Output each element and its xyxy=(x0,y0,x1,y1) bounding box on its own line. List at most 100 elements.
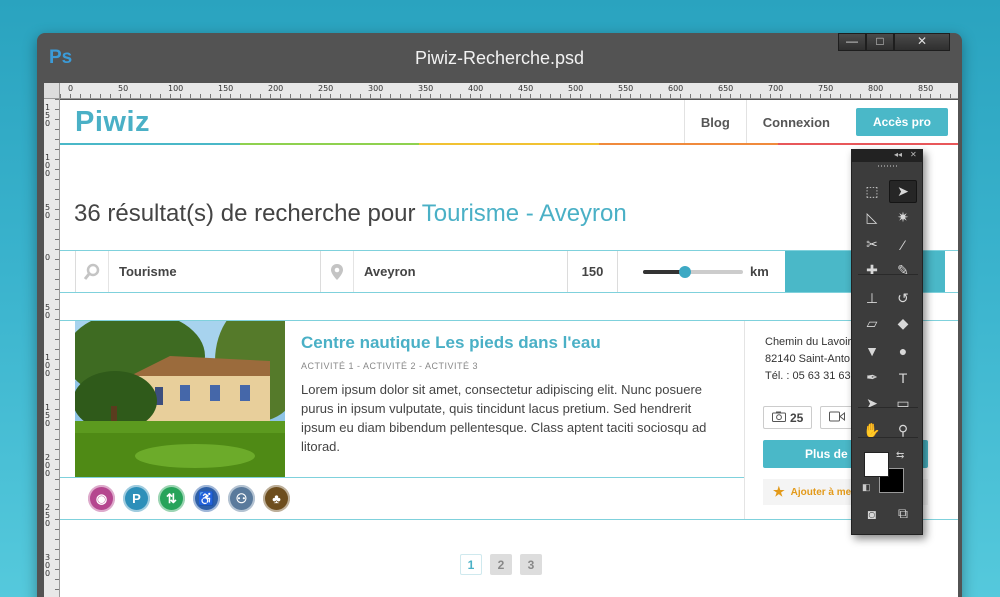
media-row: 25 xyxy=(763,406,855,429)
ruler-tick-label: 250 xyxy=(45,503,51,528)
result-photo[interactable] xyxy=(75,321,285,477)
radius-slider[interactable]: km xyxy=(617,251,785,292)
color-segment xyxy=(598,143,779,145)
screen-mode-icon[interactable]: ⧉ xyxy=(889,502,917,525)
foreground-color-swatch[interactable] xyxy=(864,452,889,477)
page-2-button[interactable]: 2 xyxy=(490,554,512,575)
photos-button[interactable]: 25 xyxy=(763,406,813,429)
radius-unit: km xyxy=(750,264,769,279)
blur-tool-icon[interactable]: ▼ xyxy=(858,339,886,362)
results-heading: 36 résultat(s) de recherche pour Tourism… xyxy=(74,200,627,228)
ruler-tick-label: 50 xyxy=(45,203,51,220)
window-controls: — □ ✕ xyxy=(838,33,950,51)
ruler-tick-label: 100 xyxy=(45,353,51,378)
ruler-tick-label: 700 xyxy=(768,84,784,93)
result-address: Chemin du Lavoir 82140 Saint-Anto Tél. :… xyxy=(765,334,851,385)
slider-track[interactable] xyxy=(643,266,743,278)
elevator-icon[interactable]: ⇅ xyxy=(158,485,185,512)
site-nav: Blog Connexion Accès pro xyxy=(683,100,958,145)
pro-access-button[interactable]: Accès pro xyxy=(855,108,948,136)
result-title[interactable]: Centre nautique Les pieds dans l'eau xyxy=(301,333,601,353)
brush-tool-icon[interactable]: ✎ xyxy=(889,259,917,282)
keyword-field[interactable]: Tourisme xyxy=(75,251,312,292)
toilets-icon[interactable]: ⚇ xyxy=(228,485,255,512)
healing-brush-tool-icon[interactable]: ✚ xyxy=(858,259,886,282)
ruler-tick-label: 750 xyxy=(818,84,834,93)
star-icon: ★ xyxy=(773,484,785,499)
slider-handle[interactable] xyxy=(679,266,691,278)
eraser-tool-icon[interactable]: ▱ xyxy=(858,312,886,335)
zoom-tool-icon[interactable]: ⚲ xyxy=(889,419,917,442)
tool-separator xyxy=(858,274,918,275)
page-1-button[interactable]: 1 xyxy=(460,554,482,575)
tool-separator xyxy=(858,407,918,408)
window-titlebar[interactable]: Ps Piwiz-Recherche.psd — □ ✕ xyxy=(37,33,962,83)
videos-button[interactable] xyxy=(820,406,855,429)
tools-panel-header[interactable]: ◂◂ ✕ xyxy=(852,150,922,162)
tool-separator xyxy=(858,437,918,438)
ruler-vertical[interactable]: 150 100 50 0 50 100 150 200 250 300 xyxy=(44,99,60,597)
pen-tool-icon[interactable]: ✒ xyxy=(858,366,886,389)
type-tool-icon[interactable]: T xyxy=(889,366,917,389)
ruler-tick-label: 0 xyxy=(68,84,74,93)
location-field[interactable]: Aveyron xyxy=(320,251,557,292)
wheelchair-icon[interactable]: ♿ xyxy=(193,485,220,512)
maximize-button[interactable]: □ xyxy=(866,33,894,51)
swap-colors-icon[interactable]: ⇆ xyxy=(896,450,904,461)
window-title: Piwiz-Recherche.psd xyxy=(414,48,585,68)
ruler-tick-label: 150 xyxy=(45,403,51,428)
ruler-tick-label: 650 xyxy=(718,84,734,93)
path-selection-tool-icon[interactable]: ➤ xyxy=(858,392,886,415)
crop-tool-icon[interactable]: ✂ xyxy=(858,233,886,256)
ruler-tick-label: 500 xyxy=(568,84,584,93)
nav-blog-link[interactable]: Blog xyxy=(683,100,746,145)
hand-tool-icon[interactable]: ✋ xyxy=(858,419,886,442)
ruler-tick-label: 50 xyxy=(45,303,51,320)
close-button[interactable]: ✕ xyxy=(894,33,950,51)
eyedropper-tool-icon[interactable]: ⁄ xyxy=(889,233,917,256)
magic-wand-tool-icon[interactable]: ✷ xyxy=(889,206,917,229)
address-line2: 82140 Saint-Anto xyxy=(765,353,851,365)
keyword-value: Tourisme xyxy=(119,264,177,279)
dodge-tool-icon[interactable]: ● xyxy=(889,339,917,362)
radius-value: 150 xyxy=(581,264,604,279)
hearing-loop-icon[interactable]: ◉ xyxy=(88,485,115,512)
lasso-tool-icon[interactable]: ◺ xyxy=(858,206,886,229)
panel-grip[interactable] xyxy=(852,162,922,170)
ruler-tick-label: 100 xyxy=(168,84,184,93)
search-bar: Tourisme Aveyron 150 km TR xyxy=(60,250,958,293)
ruler-tick-label: 150 xyxy=(45,103,51,128)
nav-login-link[interactable]: Connexion xyxy=(745,100,846,145)
document-canvas[interactable]: Piwiz Blog Connexion Accès pro 36 résult… xyxy=(60,100,958,597)
ruler-horizontal[interactable]: 0 50 100 150 200 250 300 350 400 450 500 550 600 650 7… xyxy=(60,83,958,99)
paint-bucket-tool-icon[interactable]: ◆ xyxy=(889,312,917,335)
marquee-tool-icon[interactable]: ⬚ xyxy=(858,180,886,203)
clone-stamp-tool-icon[interactable]: ⊥ xyxy=(858,287,886,310)
result-card: Centre nautique Les pieds dans l'eau ACT… xyxy=(60,320,958,520)
search-icon xyxy=(76,251,109,292)
default-colors-icon[interactable]: ◧ xyxy=(862,482,871,493)
page-3-button[interactable]: 3 xyxy=(520,554,542,575)
color-segment xyxy=(419,143,599,145)
ruler-tick-label: 300 xyxy=(45,553,51,578)
tree-icon[interactable]: ♣ xyxy=(263,485,290,512)
address-line1: Chemin du Lavoir xyxy=(765,336,852,348)
move-tool-icon[interactable]: ➤ xyxy=(889,180,917,203)
minimize-button[interactable]: — xyxy=(838,33,866,51)
close-panel-button[interactable]: ✕ xyxy=(910,150,917,159)
ruler-tick-label: 50 xyxy=(118,84,129,93)
ruler-tick-label: 850 xyxy=(918,84,934,93)
ruler-tick-label: 350 xyxy=(418,84,434,93)
collapse-panel-button[interactable]: ◂◂ xyxy=(894,150,902,159)
phone-number: Tél. : 05 63 31 63 xyxy=(765,370,851,382)
color-segment xyxy=(60,143,240,145)
ruler-corner[interactable] xyxy=(44,83,60,99)
parking-icon[interactable]: P xyxy=(123,485,150,512)
quick-mask-icon[interactable]: ◙ xyxy=(858,502,886,525)
radius-field[interactable]: 150 xyxy=(567,251,617,292)
site-header: Piwiz Blog Connexion Accès pro xyxy=(60,100,958,145)
history-brush-tool-icon[interactable]: ↺ xyxy=(889,287,917,310)
rectangle-tool-icon[interactable]: ▭ xyxy=(889,392,917,415)
site-logo[interactable]: Piwiz xyxy=(75,106,150,139)
ruler-tick-label: 450 xyxy=(518,84,534,93)
